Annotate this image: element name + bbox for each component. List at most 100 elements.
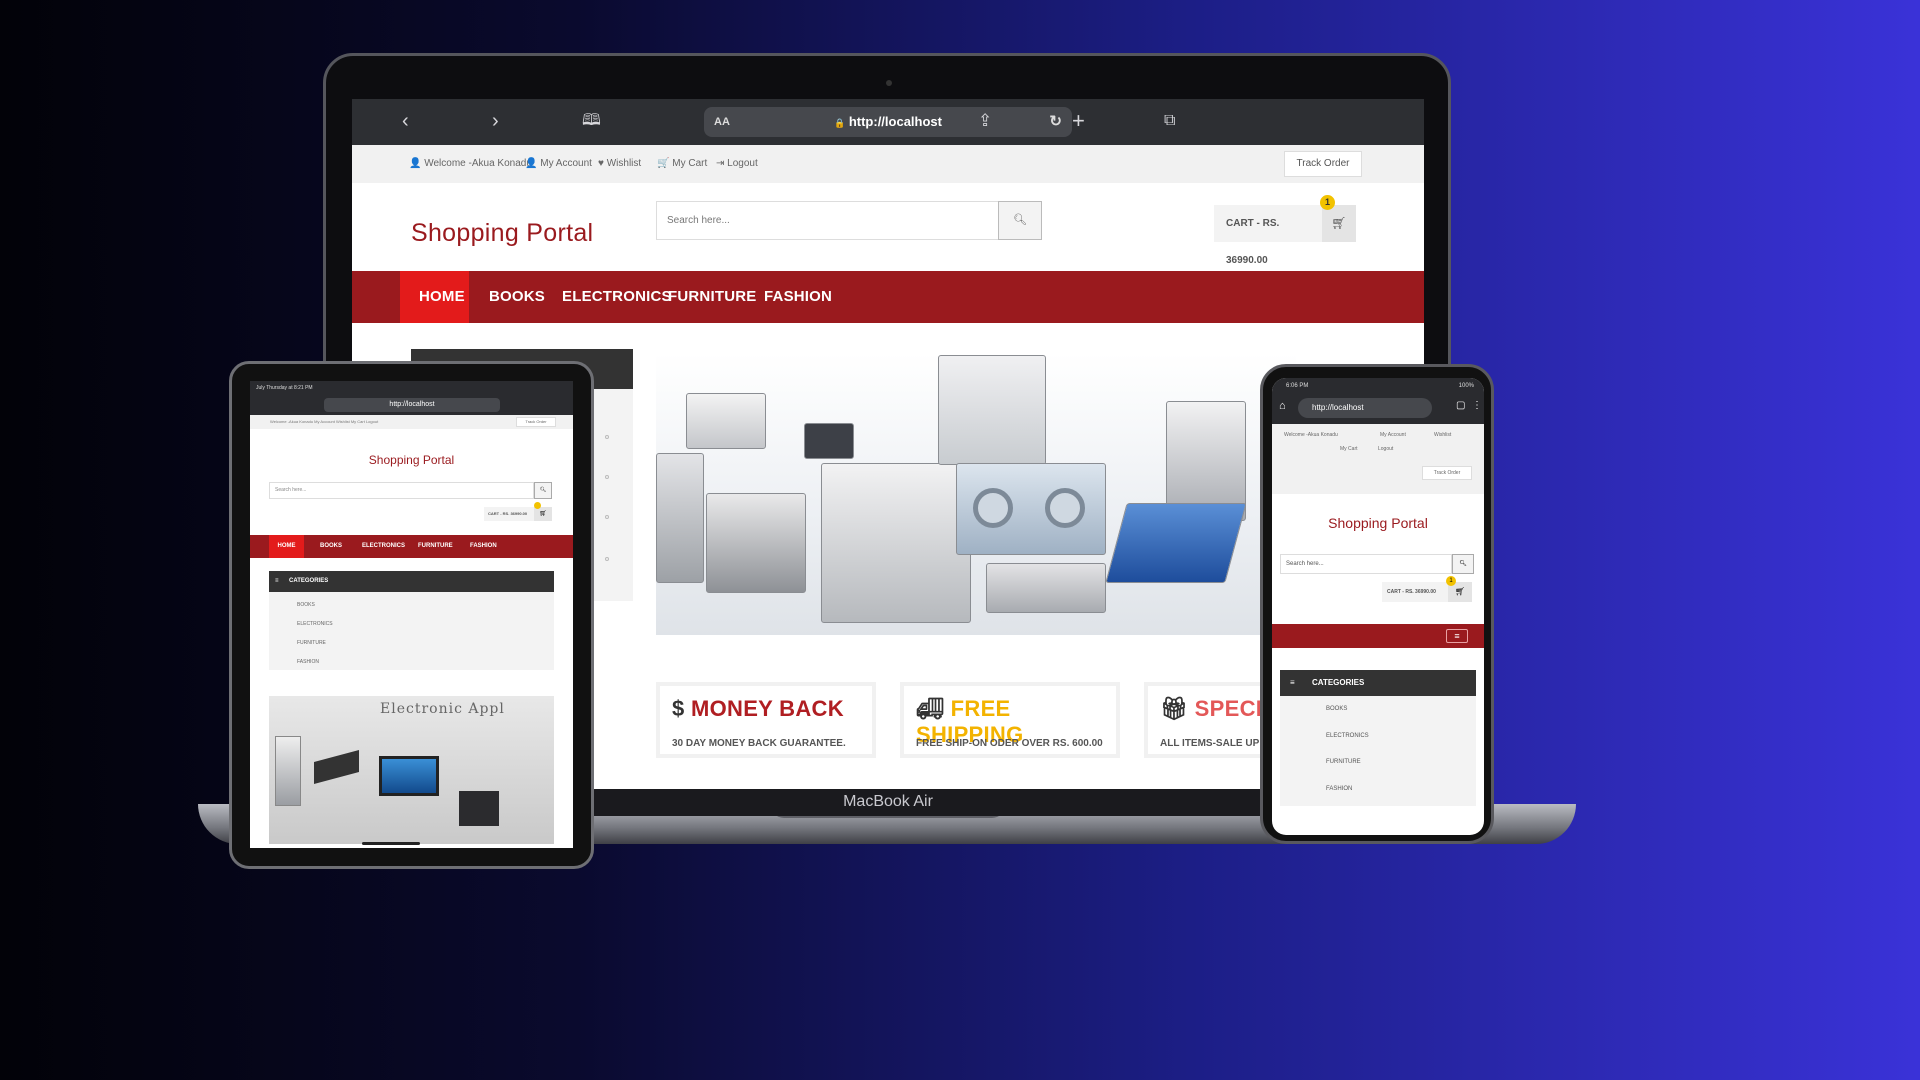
gift-icon: 🎁︎ xyxy=(1160,696,1189,721)
search-icon: 🔍︎ xyxy=(539,487,547,493)
tablet-electronics-banner[interactable] xyxy=(269,696,554,844)
tablet-site-logo[interactable]: Shopping Portal xyxy=(250,453,573,467)
tablet-categories-header: ≡ CATEGORIES xyxy=(269,571,554,592)
phone-wishlist-link[interactable]: Wishlist xyxy=(1434,432,1451,438)
tablet-search-button[interactable]: 🔍︎ xyxy=(534,482,552,499)
wishlist-link[interactable]: ♥ Wishlist xyxy=(598,158,641,169)
site-logo[interactable]: Shopping Portal xyxy=(411,219,593,248)
browser-toolbar: ‹ › 🕮 AA 🔒 http://localhost ↻ ⇪ + ⧉ xyxy=(352,99,1424,145)
tablet-main-nav: HOME BOOKS ELECTRONICS FURNITURE FASHION xyxy=(250,535,573,558)
phone-category-item[interactable]: ELECTRONICS xyxy=(1326,733,1369,739)
tablet-nav-fashion[interactable]: FASHION xyxy=(470,535,497,558)
small-microwave-image xyxy=(986,563,1106,613)
phone-search-input[interactable]: Search here... xyxy=(1280,554,1452,574)
menu-icon: ≡ xyxy=(1290,678,1295,687)
fridge-image xyxy=(275,736,301,806)
category-bullet-icon xyxy=(605,435,609,439)
camera-image xyxy=(459,791,499,826)
book-icon[interactable]: 🕮 xyxy=(582,109,601,133)
my-account-link[interactable]: 👤 My Account xyxy=(525,158,592,169)
info-box-free-shipping: 🚚︎ FREE SHIPPING FREE SHIP-ON ODER OVER … xyxy=(900,682,1120,758)
nav-electronics[interactable]: ELECTRONICS xyxy=(562,271,672,323)
tabs-icon[interactable]: ⧉ xyxy=(1164,109,1175,133)
phone-category-item[interactable]: FASHION xyxy=(1326,786,1352,792)
phone-my-account-link[interactable]: My Account xyxy=(1380,432,1406,438)
reload-icon[interactable]: ↻ xyxy=(1049,107,1062,137)
laptop-image xyxy=(1105,503,1247,583)
phone-search-button[interactable]: 🔍︎ xyxy=(1452,554,1474,574)
category-bullet-icon xyxy=(605,515,609,519)
tablet-categories-list: BOOKS ELECTRONICS FURNITURE FASHION xyxy=(269,592,554,670)
phone-welcome-link[interactable]: Welcome -Akua Konadu xyxy=(1284,432,1338,438)
laptop-camera xyxy=(886,80,892,86)
top-links-bar: 👤 Welcome -Akua Konadu 👤 My Account ♥ Wi… xyxy=(352,145,1424,183)
tabs-icon[interactable]: ▢ xyxy=(1456,400,1465,411)
hamburger-menu-icon[interactable]: ≡ xyxy=(1446,629,1468,643)
phone-top-links: Welcome -Akua Konadu My Account Wishlist… xyxy=(1272,424,1484,494)
phone-main-nav: ≡ xyxy=(1272,624,1484,648)
nav-fashion[interactable]: FASHION xyxy=(764,271,832,323)
tablet-screen: July Thursday at 8:21 PM http://localhos… xyxy=(250,381,573,848)
cart-icon[interactable]: 🛒︎ xyxy=(534,507,552,521)
tv-image xyxy=(379,756,439,796)
tablet-track-order-button[interactable]: Track Order xyxy=(516,417,556,427)
nav-furniture[interactable]: FURNITURE xyxy=(668,271,756,323)
category-bullet-icon xyxy=(605,475,609,479)
dryer-pair-image xyxy=(956,463,1106,555)
more-icon[interactable]: ⋮ xyxy=(1472,400,1482,411)
plus-icon[interactable]: + xyxy=(1072,109,1085,133)
phone-logout-link[interactable]: Logout xyxy=(1378,446,1393,452)
tablet-search-input[interactable]: Search here... xyxy=(269,482,534,499)
hero-banner-appliances[interactable] xyxy=(656,353,1296,635)
home-icon[interactable]: ⌂ xyxy=(1279,400,1286,412)
tablet-category-item[interactable]: ELECTRONICS xyxy=(297,621,333,627)
tablet-nav-electronics[interactable]: ELECTRONICS xyxy=(362,535,405,558)
phone-site-logo[interactable]: Shopping Portal xyxy=(1272,515,1484,531)
tablet-address-bar[interactable]: http://localhost xyxy=(324,398,500,412)
phone-categories-header: ≡ CATEGORIES xyxy=(1280,670,1476,696)
logout-link[interactable]: ⇥ Logout xyxy=(716,158,758,169)
tablet-nav-home[interactable]: HOME xyxy=(269,535,304,558)
tablet-status-bar: July Thursday at 8:21 PM xyxy=(250,381,573,395)
cart-icon[interactable]: 🛒︎ xyxy=(1322,205,1356,242)
my-cart-link[interactable]: 🛒 My Cart xyxy=(657,158,707,169)
phone-track-order-button[interactable]: Track Order xyxy=(1422,466,1472,480)
search-icon: 🔍︎ xyxy=(1013,214,1027,226)
address-bar[interactable]: AA 🔒 http://localhost ↻ xyxy=(704,107,1072,137)
chevron-right-icon[interactable]: › xyxy=(492,109,499,133)
phone-status-bar: 6:06 PM 100% xyxy=(1272,378,1484,394)
phone-category-item[interactable]: FURNITURE xyxy=(1326,759,1361,765)
tablet-category-item[interactable]: FASHION xyxy=(297,659,319,665)
nav-home[interactable]: HOME xyxy=(400,271,469,323)
phone-my-cart-link[interactable]: My Cart xyxy=(1340,446,1358,452)
tablet-category-item[interactable]: BOOKS xyxy=(297,602,315,608)
dishwasher-image xyxy=(821,463,971,623)
fridge-image xyxy=(938,355,1046,465)
track-order-button[interactable]: Track Order xyxy=(1284,151,1362,177)
tablet-category-item[interactable]: FURNITURE xyxy=(297,640,326,646)
home-indicator xyxy=(362,842,420,845)
chevron-left-icon[interactable]: ‹ xyxy=(402,109,409,133)
search-icon: 🔍︎ xyxy=(1459,561,1467,567)
phone-address-bar[interactable]: http://localhost xyxy=(1298,398,1432,418)
phone-categories-list: BOOKS ELECTRONICS FURNITURE FASHION xyxy=(1280,696,1476,806)
microwave-image xyxy=(686,393,766,449)
truck-icon: 🚚︎ xyxy=(916,696,945,721)
info-box-money-back: $ MONEY BACK 30 DAY MONEY BACK GUARANTEE… xyxy=(656,682,876,758)
share-icon[interactable]: ⇪ xyxy=(978,109,992,133)
tablet-cart-summary[interactable]: CART - RS. 36990.00 xyxy=(484,507,534,521)
search-button[interactable]: 🔍︎ xyxy=(998,201,1042,240)
url-text: http://localhost xyxy=(848,114,942,129)
reader-aa[interactable]: AA xyxy=(714,107,730,137)
phone-cart-badge: 1 xyxy=(1446,576,1456,586)
nav-books[interactable]: BOOKS xyxy=(489,271,545,323)
dollar-icon: $ xyxy=(672,696,685,721)
phone-image xyxy=(314,749,359,785)
search-input[interactable]: Search here... xyxy=(656,201,999,240)
tablet-nav-books[interactable]: BOOKS xyxy=(320,535,342,558)
phone-category-item[interactable]: BOOKS xyxy=(1326,706,1347,712)
phone-cart-summary[interactable]: CART - RS. 36990.00 xyxy=(1382,582,1448,602)
welcome-link[interactable]: 👤 Welcome -Akua Konadu xyxy=(409,158,532,169)
cart-summary[interactable]: CART - RS. 36990.00 xyxy=(1214,205,1322,266)
tablet-nav-furniture[interactable]: FURNITURE xyxy=(418,535,453,558)
